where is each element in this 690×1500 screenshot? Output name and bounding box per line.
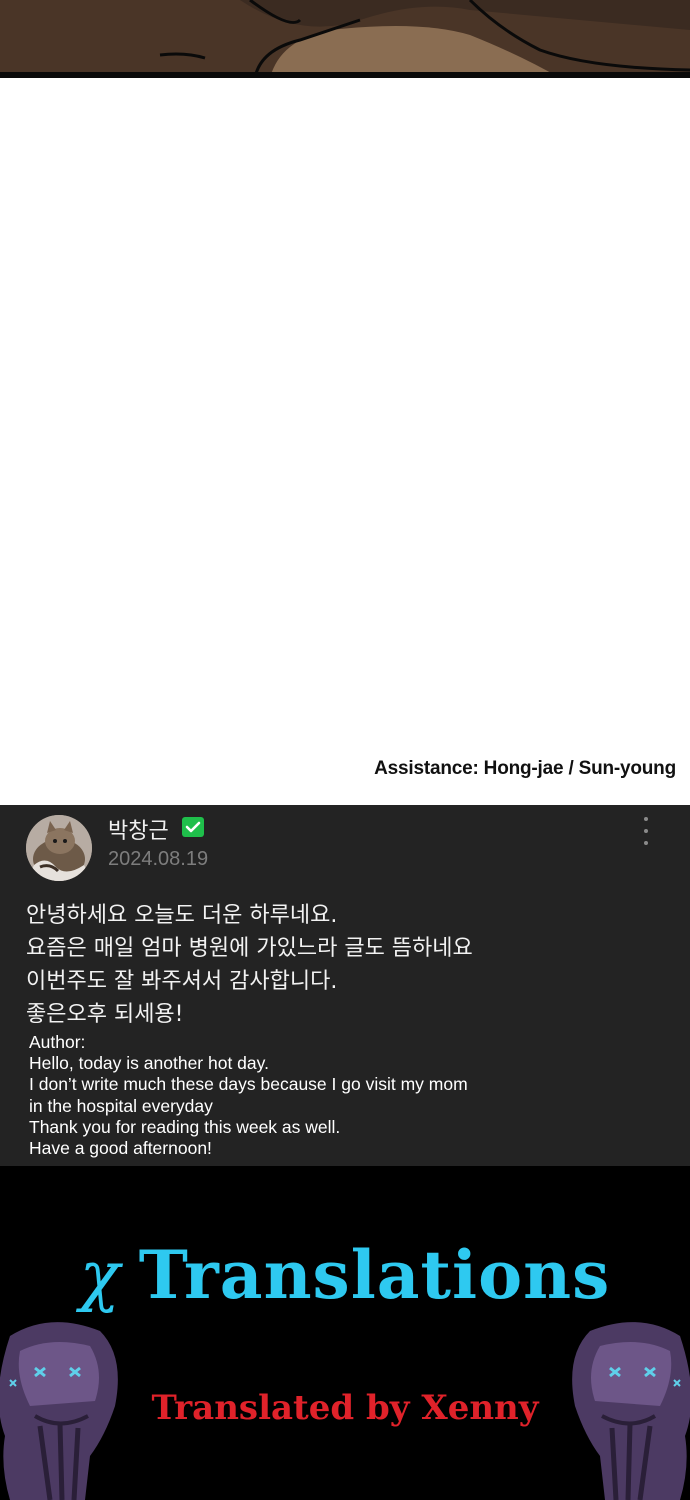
translation-line: Hello, today is another hot day.	[29, 1053, 269, 1074]
comment-line: 이번주도 잘 봐주셔서 감사합니다.	[26, 969, 338, 994]
comment-line: 요즘은 매일 엄마 병원에 가있느라 글도 뜸하네요	[26, 936, 473, 961]
comment-line: 좋은오후 되세용!	[26, 1002, 184, 1027]
comic-panel-bottom-edge	[0, 0, 690, 78]
translation-line: Have a good afternoon!	[29, 1138, 212, 1159]
translation-line: in the hospital everyday	[29, 1095, 213, 1116]
more-vertical-icon[interactable]	[636, 817, 656, 845]
translator-group-title: χ Translations	[0, 1236, 690, 1314]
blank-page-area	[0, 78, 690, 805]
translator-banner: χ Translations Translated by Xenny	[0, 1166, 690, 1500]
assistance-credits: Assistance: Hong-jae / Sun-young	[374, 758, 676, 779]
comment-line: 안녕하세요 오늘도 더운 하루네요.	[26, 903, 338, 928]
comment-english-translation: Author: Hello, today is another hot day.…	[29, 1032, 468, 1159]
translation-line: I don’t write much these days because I …	[29, 1074, 468, 1095]
translations-wordmark: Translations	[138, 1236, 611, 1314]
translated-by-credit: Translated by Xenny	[151, 1388, 539, 1428]
author-name[interactable]: 박창근	[108, 813, 169, 845]
author-comment-card: 박창근 2024.08.19 안녕하세요 오늘도 더운 하루네요. 요즘은 매일…	[0, 805, 690, 1166]
translation-line: Author:	[29, 1032, 86, 1052]
chi-logo-glyph: χ	[79, 1237, 121, 1314]
verified-check-icon	[182, 817, 204, 837]
translation-line: Thank you for reading this week as well.	[29, 1116, 341, 1137]
author-avatar[interactable]	[26, 815, 92, 881]
comment-korean-text: 안녕하세요 오늘도 더운 하루네요. 요즘은 매일 엄마 병원에 가있느라 글도…	[26, 899, 473, 1031]
comment-date: 2024.08.19	[108, 848, 209, 870]
